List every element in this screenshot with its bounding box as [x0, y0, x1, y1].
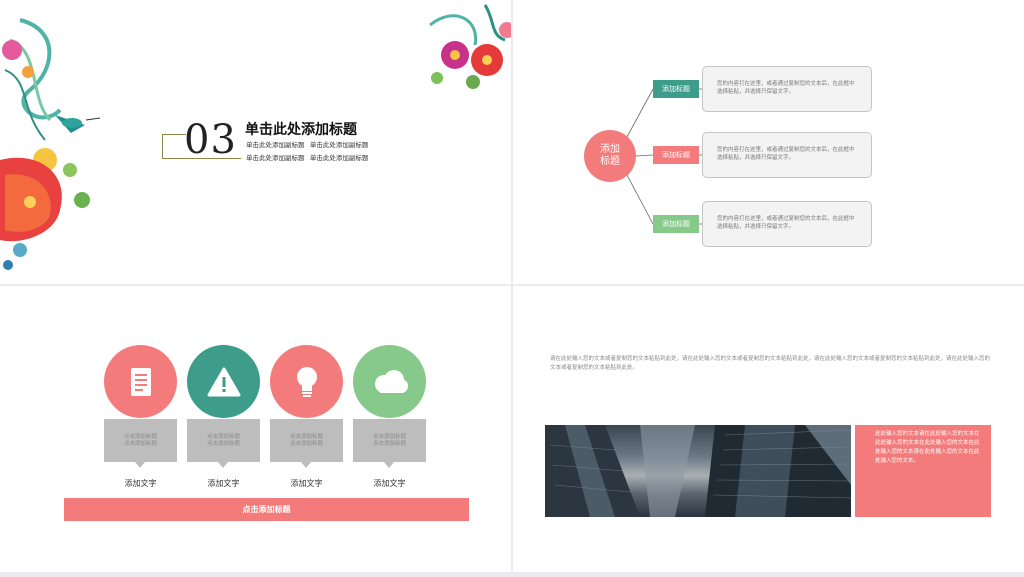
slide4-paragraph[interactable]: 请在此处输入您的文本或者复制您的文本粘贴到此处，请在此处输入您的文本或者复制您的… — [550, 355, 990, 373]
bottom-title-bar[interactable]: 点击添加标题 — [64, 498, 469, 521]
feature-caption-4[interactable]: 添加文字 — [353, 478, 426, 489]
feature-caption-2[interactable]: 添加文字 — [187, 478, 260, 489]
slide4-text-box[interactable]: 此处输入您的文本请在此处输入您的文本在此处输入您的文本在此处输入您的文本在此处输… — [855, 425, 991, 517]
feature-card-3-line-2: 点击添加标题 — [289, 440, 323, 447]
feature-circle-4[interactable] — [353, 345, 426, 418]
feature-card-4-line-2: 点击添加标题 — [372, 440, 406, 447]
document-icon — [130, 367, 151, 396]
warning-icon — [207, 367, 240, 396]
feature-circle-2[interactable] — [187, 345, 260, 418]
lightbulb-icon — [296, 366, 317, 397]
feature-card-4-line-1: 点击添加标题 — [372, 433, 406, 440]
feature-card-4[interactable]: 点击添加标题 点击添加标题 — [353, 419, 426, 468]
feature-card-3[interactable]: 点击添加标题 点击添加标题 — [270, 419, 343, 468]
feature-caption-1[interactable]: 添加文字 — [104, 478, 177, 489]
cloud-icon — [374, 369, 408, 393]
feature-caption-3[interactable]: 添加文字 — [270, 478, 343, 489]
feature-circle-1[interactable] — [104, 345, 177, 418]
mindmap-tag-3[interactable]: 添加标题 — [653, 215, 699, 233]
mindmap-tag-2[interactable]: 添加标题 — [653, 146, 699, 164]
feature-card-2[interactable]: 点击添加标题 点击添加标题 — [187, 419, 260, 468]
feature-card-2-line-2: 点击添加标题 — [206, 440, 240, 447]
hub-label-line-1: 添加 — [600, 144, 620, 155]
feature-card-2-line-1: 点击添加标题 — [206, 433, 240, 440]
feature-circle-3[interactable] — [270, 345, 343, 418]
skyscraper-image — [545, 425, 851, 517]
hub-label-line-2: 标题 — [600, 156, 620, 167]
mindmap-center-node[interactable]: 添加 标题 — [584, 130, 636, 182]
skyscraper-photo[interactable] — [545, 425, 851, 517]
mindmap-tag-1[interactable]: 添加标题 — [653, 80, 699, 98]
mindmap-textbox-1[interactable]: 您的内容打在这里，或者通过复制您的文本后，在此框中选择粘贴，并选择只保留文字。 — [702, 66, 872, 112]
feature-card-1-line-1: 点击添加标题 — [123, 433, 157, 440]
feature-card-1[interactable]: 点击添加标题 点击添加标题 — [104, 419, 177, 468]
mindmap-textbox-2[interactable]: 您的内容打在这里，或者通过复制您的文本后，在此框中选择粘贴，并选择只保留文字。 — [702, 132, 872, 178]
feature-card-3-line-1: 点击添加标题 — [289, 433, 323, 440]
feature-card-1-line-2: 点击添加标题 — [123, 440, 157, 447]
mindmap-textbox-3[interactable]: 您的内容打在这里，或者通过复制您的文本后，在此框中选择粘贴，并选择只保留文字。 — [702, 201, 872, 247]
